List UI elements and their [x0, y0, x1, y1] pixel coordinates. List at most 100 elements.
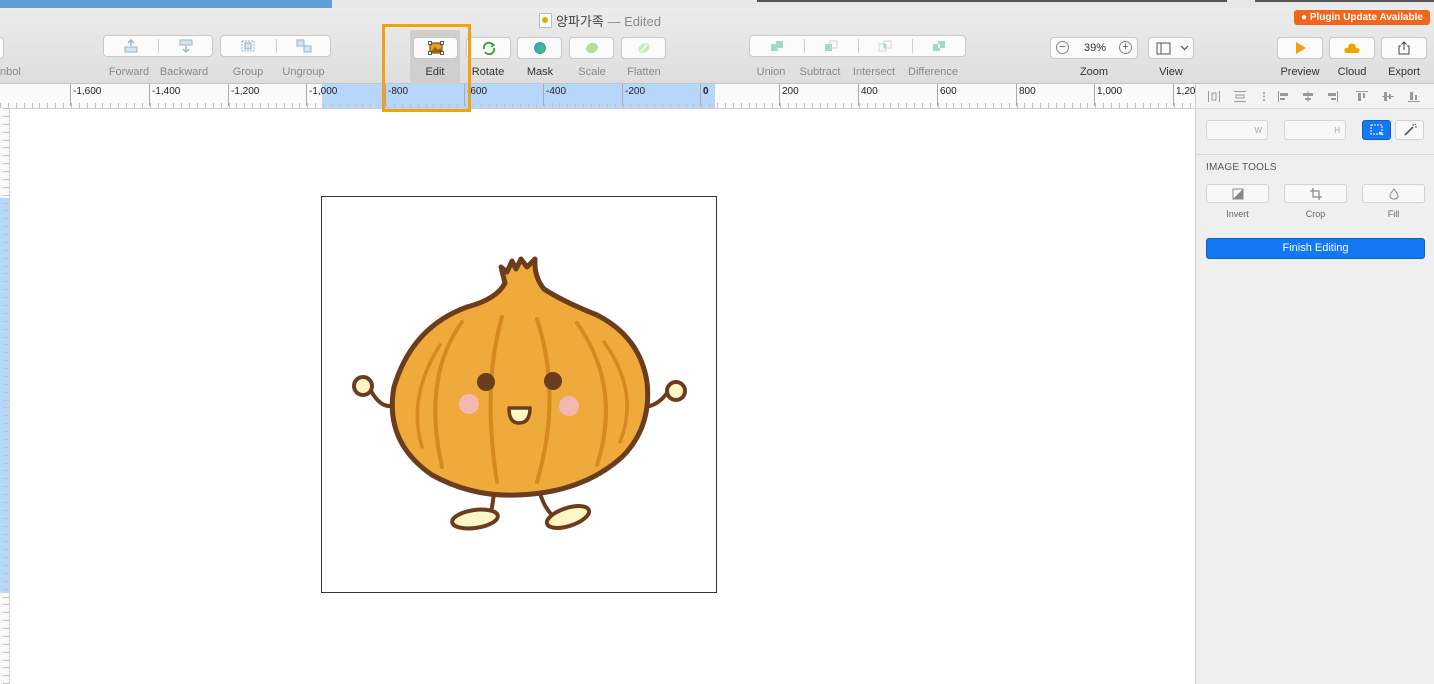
bring-forward-icon[interactable]	[123, 39, 139, 53]
crop-button[interactable]	[1284, 184, 1347, 203]
document-icon	[539, 13, 553, 28]
zoom-in-button[interactable]: +	[1119, 41, 1132, 54]
mask-button[interactable]	[517, 37, 562, 59]
cloud-button[interactable]	[1329, 37, 1375, 59]
cloud-label: Cloud	[1337, 66, 1367, 78]
distribute-vertical-icon[interactable]	[1234, 91, 1246, 102]
ruler-minor-tick	[3, 486, 9, 487]
ruler-minor-tick	[3, 321, 9, 322]
ruler-minor-tick	[410, 103, 411, 108]
ungroup-icon[interactable]	[296, 39, 312, 53]
horizontal-ruler[interactable]: -1,600 -1,400 -1,200 -1,000 -800 -600 -400 -200…	[0, 84, 1195, 109]
union-icon[interactable]	[769, 39, 785, 53]
vertical-ruler[interactable]	[0, 108, 10, 684]
ruler-minor-tick	[3, 407, 9, 408]
scale-button[interactable]	[569, 37, 614, 59]
menubar-strip	[0, 0, 1434, 8]
ruler-minor-tick	[433, 103, 434, 108]
document-title: 양파가족	[556, 14, 604, 29]
ruler-minor-tick	[3, 455, 9, 456]
ruler-tick-label: -800	[388, 86, 409, 97]
ruler-minor-tick	[3, 392, 9, 393]
ruler-minor-tick	[536, 103, 537, 108]
ruler-minor-tick	[3, 549, 9, 550]
ruler-minor-tick	[512, 103, 513, 108]
ruler-minor-tick	[3, 273, 9, 274]
ruler-minor-tick	[741, 103, 742, 108]
width-field[interactable]: W	[1206, 120, 1268, 140]
ruler-minor-tick	[1009, 103, 1010, 108]
ruler-minor-tick	[3, 463, 9, 464]
ruler-minor-tick	[126, 103, 127, 108]
difference-icon[interactable]	[931, 39, 947, 53]
group-icon[interactable]	[240, 39, 256, 53]
ruler-tick-label: -1,600	[73, 86, 102, 97]
rotate-button[interactable]	[466, 37, 511, 59]
send-backward-icon[interactable]	[178, 39, 194, 53]
ruler-minor-tick	[3, 289, 9, 290]
ruler-minor-tick	[3, 415, 9, 416]
divider	[1196, 154, 1434, 155]
ruler-minor-tick	[142, 103, 143, 108]
flatten-button[interactable]	[621, 37, 666, 59]
ruler-tick-label: -400	[546, 86, 567, 97]
align-top-icon[interactable]	[1356, 91, 1368, 102]
ruler-minor-tick	[134, 103, 135, 108]
ruler-minor-tick	[3, 140, 9, 141]
zoom-out-button[interactable]: −	[1056, 41, 1069, 54]
ruler-minor-tick	[63, 103, 64, 108]
ruler-minor-tick	[906, 103, 907, 108]
ruler-minor-tick	[788, 103, 789, 108]
fill-button[interactable]	[1362, 184, 1425, 203]
ruler-minor-tick	[678, 103, 679, 108]
ruler-minor-tick	[299, 103, 300, 108]
selected-image-layer[interactable]	[321, 196, 717, 593]
export-button[interactable]	[1381, 37, 1427, 59]
finish-editing-button[interactable]: Finish Editing	[1206, 238, 1425, 259]
height-field-label: H	[1334, 126, 1340, 135]
ruler-minor-tick	[953, 103, 954, 108]
ruler-minor-tick	[859, 103, 860, 108]
plugin-update-badge[interactable]: ● Plugin Update Available	[1294, 10, 1430, 25]
align-middle-vertical-icon[interactable]	[1382, 91, 1394, 102]
align-left-icon[interactable]	[1278, 91, 1290, 102]
ruler-minor-tick	[339, 103, 340, 108]
ruler-minor-tick	[3, 478, 9, 479]
invert-button[interactable]	[1206, 184, 1269, 203]
ruler-minor-tick	[969, 103, 970, 108]
selection-mode-button[interactable]	[1362, 120, 1391, 140]
fill-label: Fill	[1387, 209, 1400, 219]
intersect-icon[interactable]	[877, 39, 893, 53]
ruler-minor-tick	[623, 103, 624, 108]
ruler-minor-tick	[3, 667, 9, 668]
ruler-minor-tick	[3, 589, 9, 590]
ruler-minor-tick	[890, 103, 891, 108]
ruler-minor-tick	[961, 103, 962, 108]
ruler-tick-label: 600	[940, 86, 957, 97]
group-label: Group	[232, 66, 264, 78]
tidy-icon[interactable]	[1258, 91, 1270, 102]
magic-wand-button[interactable]	[1395, 120, 1424, 140]
subtract-icon[interactable]	[823, 39, 839, 53]
distribute-horizontal-icon[interactable]	[1208, 91, 1220, 102]
ruler-minor-tick	[16, 103, 17, 108]
edit-button[interactable]	[413, 37, 458, 59]
align-bottom-icon[interactable]	[1408, 91, 1420, 102]
ruler-minor-tick	[3, 652, 9, 653]
align-center-horizontal-icon[interactable]	[1302, 91, 1314, 102]
ruler-tick-label: 0	[703, 86, 709, 97]
ruler-minor-tick	[1119, 103, 1120, 108]
ruler-minor-tick	[3, 210, 9, 211]
forward-label: Forward	[108, 66, 150, 78]
view-menu-button[interactable]	[1148, 37, 1194, 59]
ruler-minor-tick	[150, 103, 151, 108]
ruler-minor-tick	[315, 103, 316, 108]
preview-button[interactable]	[1277, 37, 1323, 59]
height-field[interactable]: H	[1284, 120, 1346, 140]
ruler-minor-tick	[1190, 103, 1191, 108]
zoom-value[interactable]: 39%	[1075, 42, 1115, 54]
align-right-icon[interactable]	[1326, 91, 1338, 102]
mask-label: Mask	[526, 66, 554, 78]
symbol-button[interactable]	[0, 37, 4, 59]
ruler-minor-tick	[599, 103, 600, 108]
